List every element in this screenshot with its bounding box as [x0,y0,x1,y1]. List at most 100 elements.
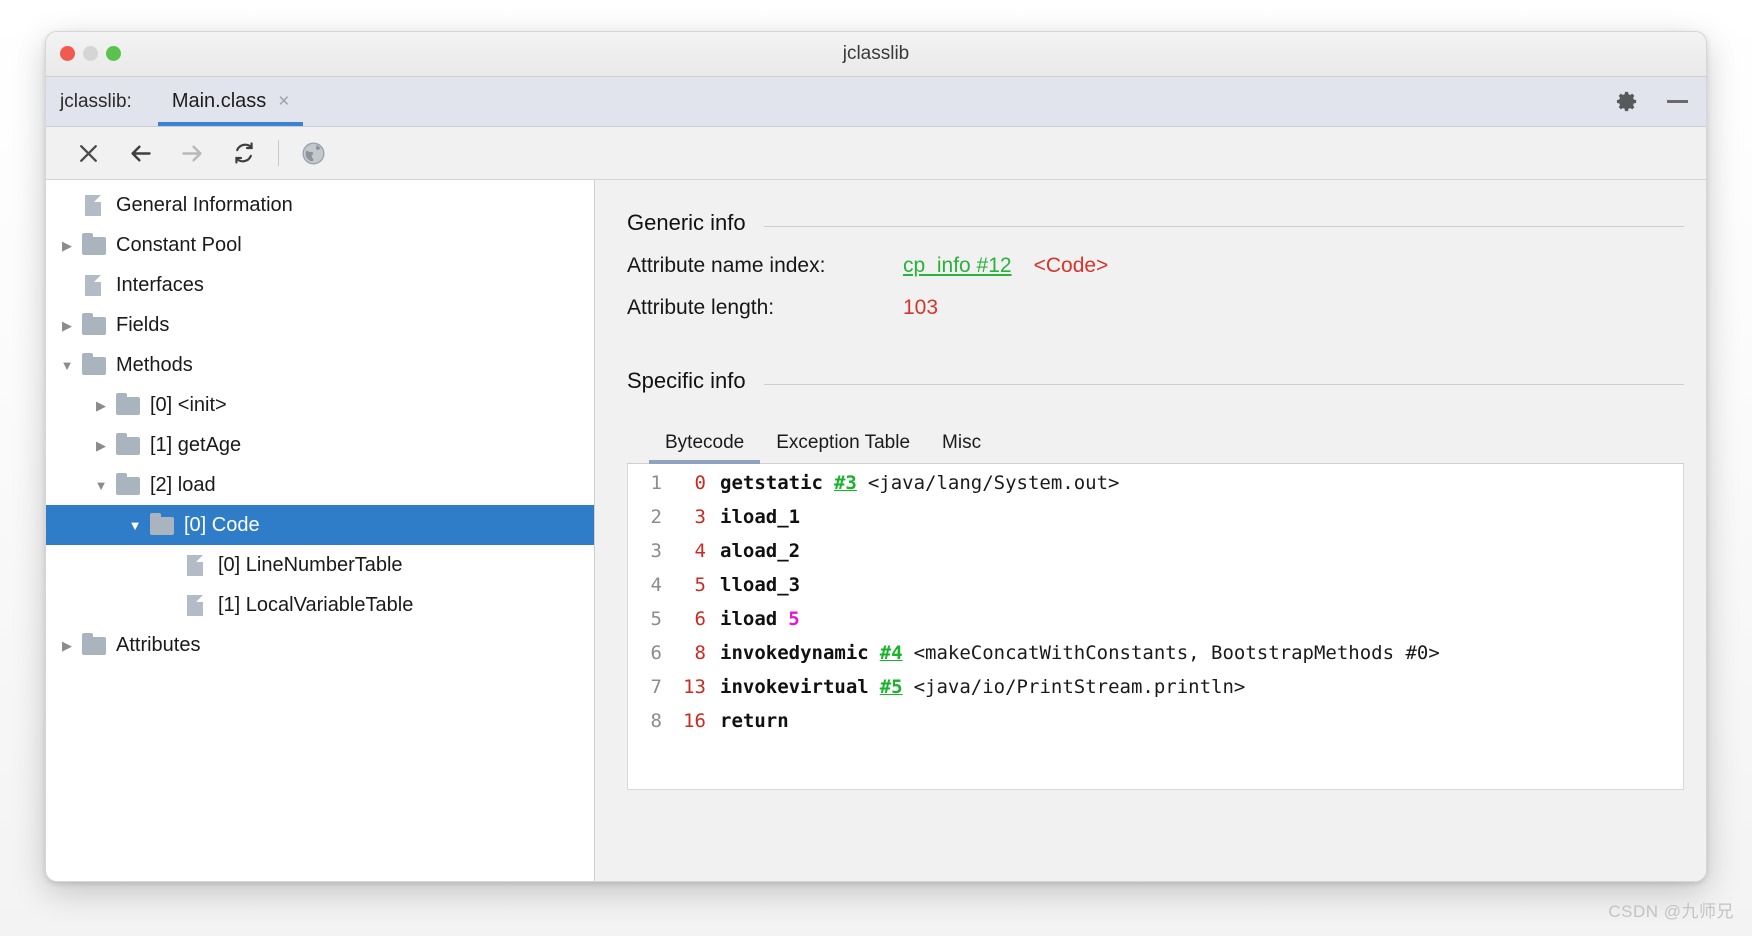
tree-item[interactable]: Fields [46,305,594,345]
close-icon[interactable] [62,127,114,179]
app-name-label: jclasslib: [60,77,132,126]
window-titlebar: jclasslib [46,32,1706,77]
bytecode-line[interactable]: 23iload_1 [628,506,1683,540]
bytecode-line[interactable]: 7 13 invokevirtual #5 <java/io/PrintStream.p… [628,676,1683,710]
bytecode-offset: 3 [674,506,706,528]
specific-info-rule [764,384,1684,385]
tree-item[interactable]: [0] Code [46,505,594,545]
constant-pool-ref-link[interactable]: #5 [880,676,903,698]
chevron-right-icon[interactable] [54,639,80,652]
attribute-name-index-row: Attribute name index: cp_info #12 <Code> [627,254,1684,278]
file-icon-shape [187,555,203,576]
bytecode-line[interactable]: 56iload5 [628,608,1683,642]
attribute-length-value: 103 [903,296,938,320]
tree-item-label: Methods [116,354,193,377]
bytecode-offset: 13 [674,676,706,698]
chevron-right-icon[interactable] [88,399,114,412]
bytecode-mnemonic: invokedynamic [720,642,869,664]
tab-bytecode[interactable]: Bytecode [649,426,760,463]
attribute-length-row: Attribute length: 103 [627,296,1684,320]
chevron-right-icon[interactable] [54,239,80,252]
tree-item-label: Interfaces [116,274,204,297]
tree-item[interactable]: [2] load [46,465,594,505]
chevron-right-icon[interactable] [88,439,114,452]
tree-item-label: [1] getAge [150,434,241,457]
tree-item[interactable]: [0] <init> [46,385,594,425]
tree-item-label: General Information [116,194,293,217]
back-arrow-icon[interactable] [114,127,166,179]
folder-icon [80,634,108,656]
chevron-down-icon[interactable] [88,479,114,492]
bytecode-listing[interactable]: 10getstatic#3<java/lang/System.out>23ilo… [627,464,1684,790]
bytecode-line-number: 1 [628,472,662,494]
bytecode-offset: 16 [674,710,706,732]
tree-item-label: Constant Pool [116,234,242,257]
folder-icon-shape [82,317,106,335]
bytecode-line-number: 8 [628,710,662,732]
chevron-right-icon[interactable] [54,319,80,332]
folder-icon-shape [150,517,174,535]
close-icon[interactable]: × [278,92,289,111]
content-split: General Information Constant Pool Interfac… [46,180,1706,882]
tree-item[interactable]: Attributes [46,625,594,665]
attribute-name-index-link[interactable]: cp_info #12 [903,254,1012,278]
bytecode-mnemonic: return [720,710,789,732]
bytecode-line[interactable]: 8 16 return [628,710,1683,744]
watermark: CSDN @九师兄 [1608,897,1734,922]
folder-icon-shape [82,357,106,375]
folder-icon [114,394,142,416]
tab-main-class-label: Main.class [172,90,266,113]
folder-icon-shape [116,397,140,415]
file-icon-shape [85,275,101,296]
constant-pool-ref-link[interactable]: #4 [880,642,903,664]
bytecode-offset: 0 [674,472,706,494]
file-icon [182,594,210,616]
class-structure-tree[interactable]: General Information Constant Pool Interfac… [46,180,595,882]
bytecode-mnemonic: iload [720,608,777,630]
tree-item[interactable]: [1] LocalVariableTable [46,585,594,625]
tree-item[interactable]: General Information [46,185,594,225]
bytecode-mnemonic: invokevirtual [720,676,869,698]
tree-item-label: Fields [116,314,169,337]
tab-strip-actions [1616,77,1688,126]
tree-item[interactable]: Methods [46,345,594,385]
tree-item[interactable]: [0] LineNumberTable [46,545,594,585]
tree-item-label: [0] <init> [150,394,227,417]
bytecode-line[interactable]: 68invokedynamic#4<makeConcatWithConstant… [628,642,1683,676]
tree-item-label: [0] LineNumberTable [218,554,403,577]
globe-icon[interactable] [287,127,339,179]
generic-info-title: Generic info [627,210,746,236]
specific-info-tabs: BytecodeException TableMisc [627,426,1684,464]
folder-icon-shape [82,637,106,655]
folder-icon [80,354,108,376]
tree-item-label: Attributes [116,634,200,657]
chevron-down-icon[interactable] [54,359,80,372]
constant-pool-ref-link[interactable]: #3 [834,472,857,494]
minimize-icon[interactable] [1667,100,1688,103]
tab-active-indicator [158,122,304,126]
bytecode-comment: <java/lang/System.out> [868,472,1120,494]
tab-exception-table[interactable]: Exception Table [760,426,926,463]
gear-icon[interactable] [1616,90,1639,113]
file-icon [80,194,108,216]
reload-icon[interactable] [218,127,270,179]
tree-item-label: [1] LocalVariableTable [218,594,413,617]
tab-misc[interactable]: Misc [926,426,997,463]
folder-icon [114,434,142,456]
folder-icon [80,314,108,336]
tab-main-class[interactable]: Main.class × [158,77,304,126]
tree-item[interactable]: Constant Pool [46,225,594,265]
tree-item[interactable]: Interfaces [46,265,594,305]
bytecode-line[interactable]: 45lload_3 [628,574,1683,608]
attribute-detail-pane: Generic info Attribute name index: cp_in… [595,180,1706,882]
bytecode-line[interactable]: 34aload_2 [628,540,1683,574]
bytecode-comment: <java/io/PrintStream.println> [914,676,1246,698]
tree-item[interactable]: [1] getAge [46,425,594,465]
bytecode-line-number: 7 [628,676,662,698]
generic-info-rule [764,226,1684,227]
tree-item-label: [2] load [150,474,216,497]
bytecode-operand: 5 [788,608,799,630]
tree-item-label: [0] Code [184,514,260,537]
chevron-down-icon[interactable] [122,519,148,532]
bytecode-line[interactable]: 10getstatic#3<java/lang/System.out> [628,472,1683,506]
